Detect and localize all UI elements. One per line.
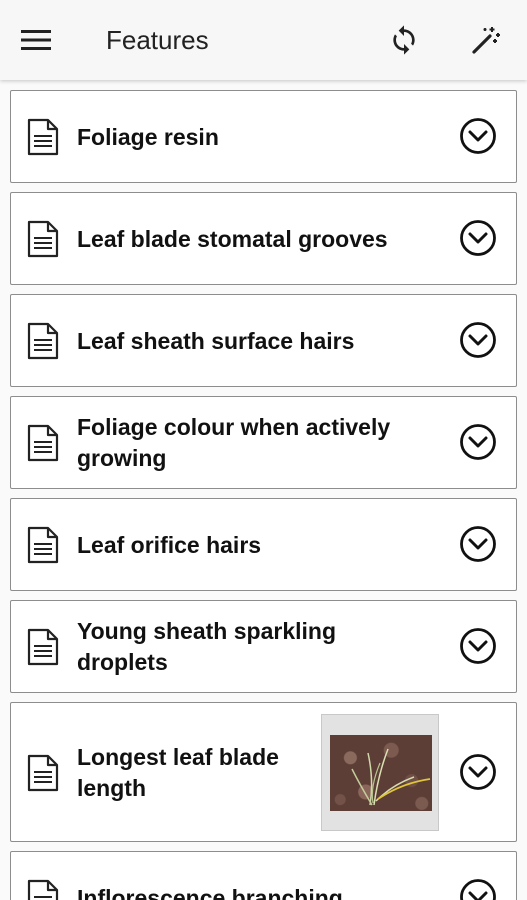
list-item[interactable]: Young sheath sparkling droplets (10, 600, 517, 693)
magic-wand-button[interactable] (466, 20, 506, 60)
thumbnail-image (330, 735, 432, 811)
feature-label: Longest leaf blade length (77, 744, 279, 801)
app-bar: Features (0, 0, 527, 80)
document-icon (27, 220, 59, 258)
chevron-down-icon[interactable] (459, 627, 497, 665)
document-icon (27, 879, 59, 900)
chevron-down-icon[interactable] (459, 423, 497, 461)
feature-label: Foliage colour when actively growing (77, 414, 391, 471)
feature-label: Young sheath sparkling droplets (77, 618, 336, 675)
document-icon (27, 322, 59, 360)
feature-label: Leaf orifice hairs (77, 532, 262, 558)
menu-button[interactable] (16, 22, 56, 58)
list-item[interactable]: Leaf blade stomatal grooves (10, 192, 517, 285)
list-item[interactable]: Foliage colour when actively growing (10, 396, 517, 489)
chevron-down-icon[interactable] (459, 117, 497, 155)
chevron-down-icon[interactable] (459, 219, 497, 257)
feature-thumbnail[interactable] (321, 714, 439, 831)
chevron-down-icon[interactable] (459, 525, 497, 563)
list-item[interactable]: Leaf orifice hairs (10, 498, 517, 591)
list-item[interactable]: Foliage resin (10, 90, 517, 183)
chevron-down-icon[interactable] (459, 753, 497, 791)
page-title: Features (106, 25, 209, 55)
feature-label: Leaf blade stomatal grooves (77, 226, 388, 252)
list-item[interactable]: Leaf sheath surface hairs (10, 294, 517, 387)
chevron-down-icon[interactable] (459, 878, 497, 900)
document-icon (27, 754, 59, 792)
list-item[interactable]: Inflorescence branching (10, 851, 517, 900)
feature-list: Foliage resin Leaf blade stomatal groove… (0, 80, 527, 900)
chevron-down-icon[interactable] (459, 321, 497, 359)
document-icon (27, 424, 59, 462)
feature-label: Inflorescence branching (77, 885, 343, 900)
document-icon (27, 526, 59, 564)
feature-label: Foliage resin (77, 124, 219, 150)
refresh-icon (393, 25, 415, 55)
magic-wand-icon (472, 27, 500, 54)
document-icon (27, 628, 59, 666)
document-icon (27, 118, 59, 156)
hamburger-menu-icon (21, 30, 51, 50)
list-item[interactable]: Longest leaf blade length (10, 702, 517, 842)
feature-label: Leaf sheath surface hairs (77, 328, 355, 354)
refresh-button[interactable] (384, 20, 424, 60)
